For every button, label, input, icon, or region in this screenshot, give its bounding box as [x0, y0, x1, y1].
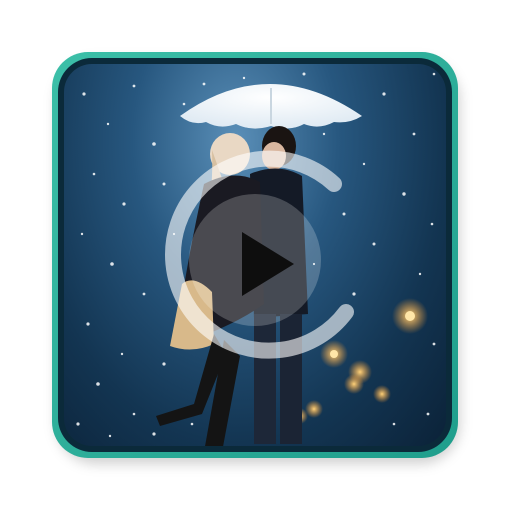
- app-icon-photo: [64, 64, 446, 446]
- umbrella: [180, 84, 362, 129]
- rain-scene-illustration: [76, 72, 436, 446]
- bokeh-lights: [292, 298, 428, 424]
